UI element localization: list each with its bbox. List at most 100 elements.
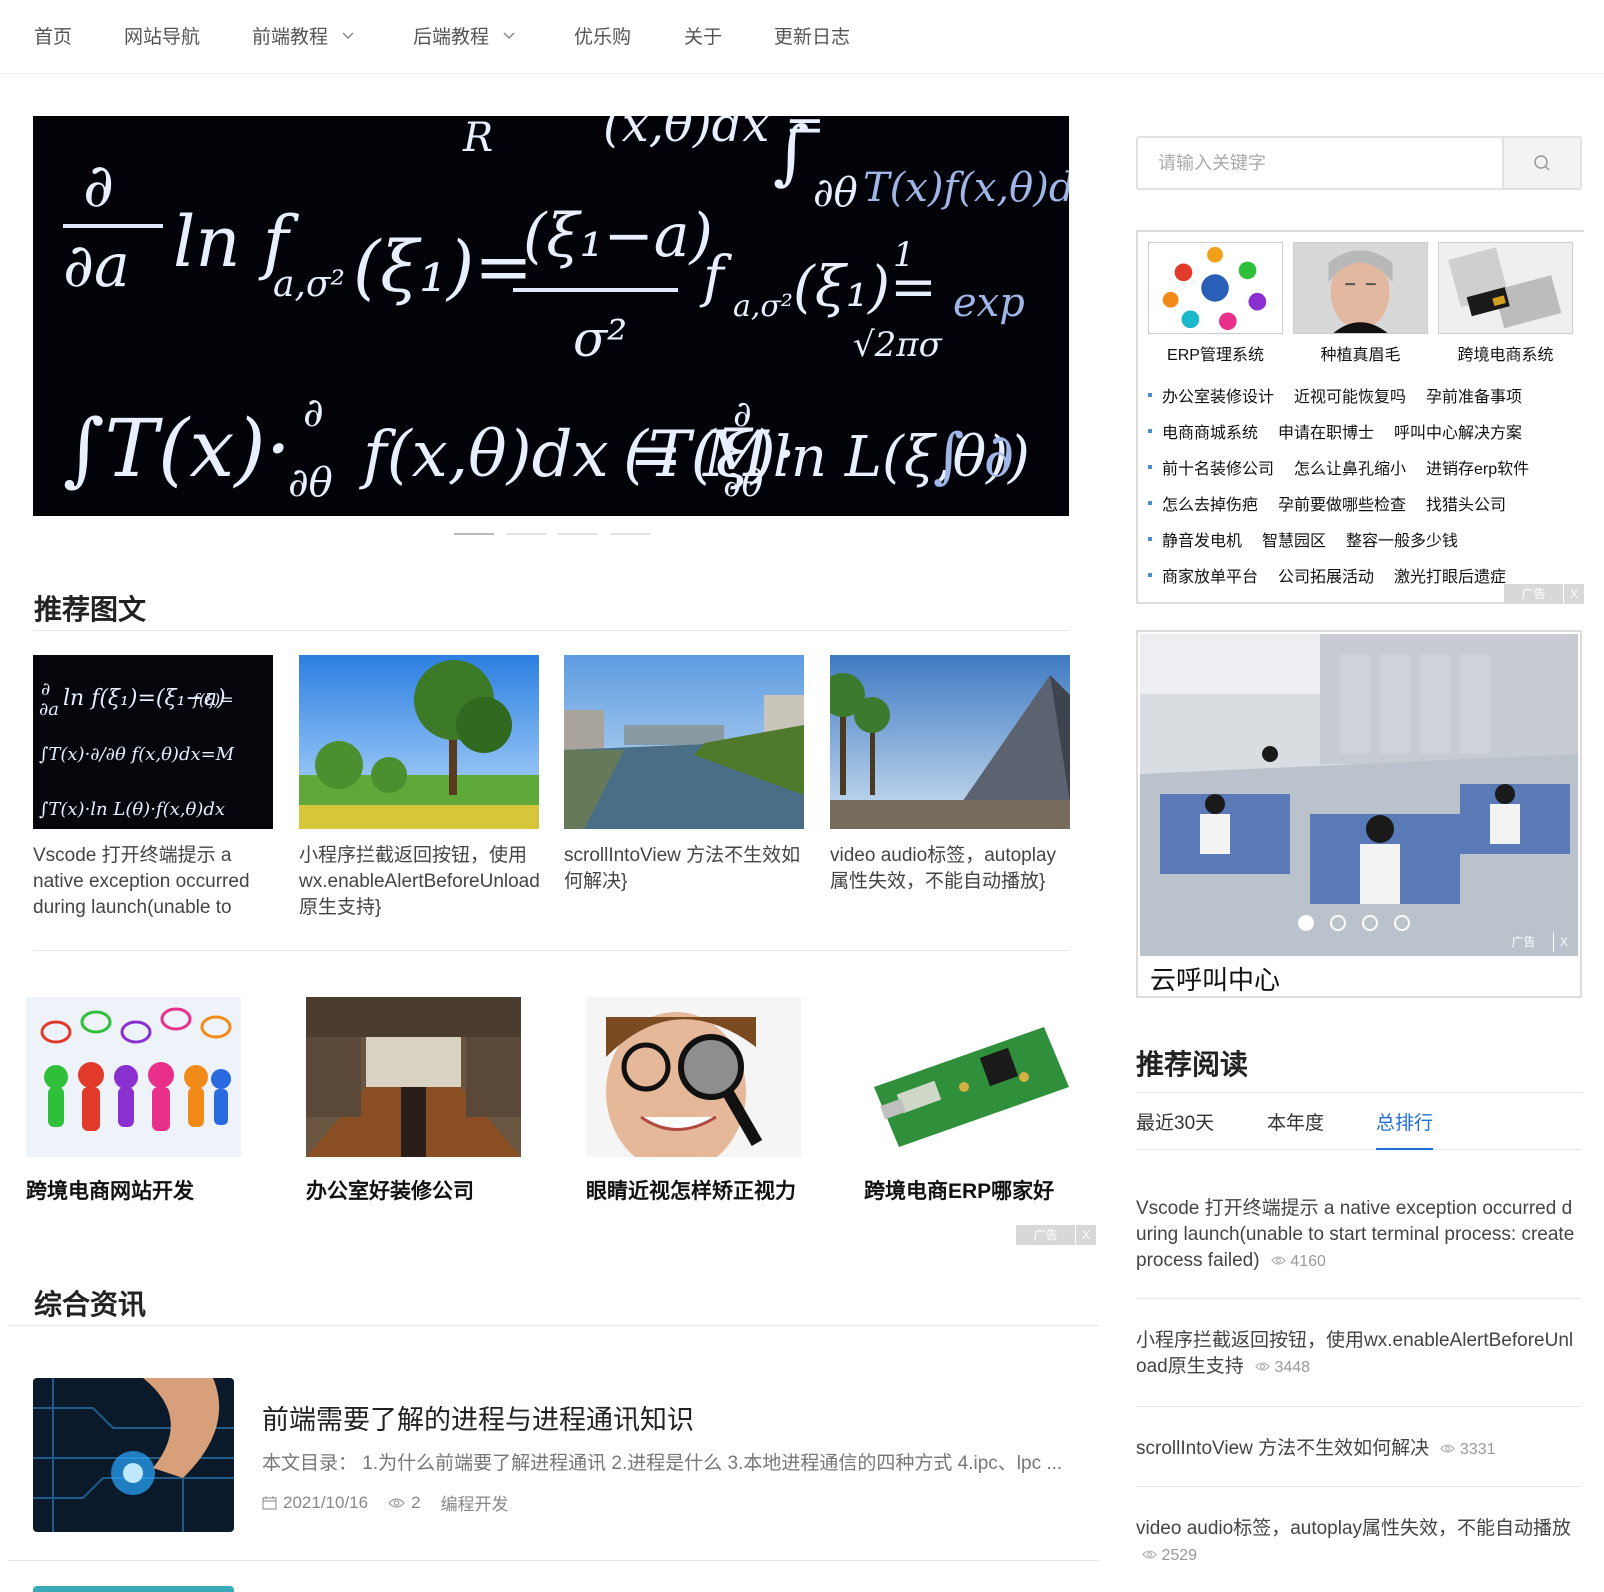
reading-item-title[interactable]: scrollIntoView 方法不生效如何解决 <box>1136 1438 1429 1459</box>
tab-this-year[interactable]: 本年度 <box>1267 1108 1324 1150</box>
ad-link-row: 静音发电机 智慧园区 整容一般多少钱 <box>1148 521 1549 557</box>
nav-label: 更新日志 <box>774 26 851 48</box>
reading-item[interactable]: 小程序拦截返回按钮，使用wx.enableAlertBeforeUnload原生… <box>1136 1328 1582 1381</box>
ad-image-item[interactable]: 种植真眉毛 <box>1293 242 1428 365</box>
carousel-dot[interactable] <box>610 533 650 535</box>
card-thumbnail <box>564 655 804 829</box>
ad-link[interactable]: 怎么让鼻孔缩小 <box>1294 455 1406 479</box>
banner-dot[interactable] <box>1362 915 1378 931</box>
ad-link[interactable]: 智慧园区 <box>1262 527 1326 551</box>
tab-all-time[interactable]: 总排行 <box>1376 1108 1434 1150</box>
reading-item[interactable]: scrollIntoView 方法不生效如何解决 3331 <box>1136 1436 1582 1463</box>
recommended-card[interactable]: 小程序拦截返回按钮，使用wx.enableAlertBeforeUnload原生… <box>299 655 539 921</box>
search-button[interactable] <box>1502 138 1580 188</box>
news-category[interactable]: 编程开发 <box>441 1490 509 1515</box>
nav-item-youlegou[interactable]: 优乐购 <box>574 20 631 50</box>
news-thumbnail[interactable] <box>33 1586 234 1592</box>
ad-link[interactable]: 整容一般多少钱 <box>1346 527 1458 551</box>
ad-link[interactable]: 公司拓展活动 <box>1278 563 1374 587</box>
reading-item[interactable]: Vscode 打开终端提示 a native exception occurre… <box>1136 1196 1582 1275</box>
bullet-icon <box>1148 429 1152 433</box>
card-title[interactable]: scrollIntoView 方法不生效如何解决} <box>564 843 804 921</box>
reading-item-title[interactable]: Vscode 打开终端提示 a native exception occurre… <box>1136 1198 1574 1271</box>
tab-recent-30-days[interactable]: 最近30天 <box>1136 1108 1214 1150</box>
news-title[interactable]: 前端需要了解的进程与进程通讯知识 <box>262 1398 694 1437</box>
ad-link[interactable]: 前十名装修公司 <box>1162 455 1274 479</box>
ad-link-row: 前十名装修公司 怎么让鼻孔缩小 进销存erp软件 <box>1148 449 1549 485</box>
recommended-card[interactable]: ∂ ∂a ln f(ξ₁)=(ξ₁−a) f(ξ)= ∫T(x)·∂/∂θ f(x… <box>33 655 273 921</box>
banner-dot[interactable] <box>1330 915 1346 931</box>
bullet-icon <box>1148 501 1152 505</box>
carousel-dot[interactable] <box>454 533 494 535</box>
sidebar-ad-box: ERP管理系统 种植真眉毛 跨境电商系统 办公室装修设计 近视可能恢复吗 孕前准… <box>1136 230 1584 604</box>
sidebar-ad-banner[interactable]: 广告 X 云呼叫中心 <box>1136 630 1582 998</box>
svg-text:∂: ∂ <box>83 151 114 221</box>
ad-badge: 广告 X <box>1504 584 1584 604</box>
ad-title[interactable]: 跨境电商ERP哪家好 <box>864 1175 1079 1205</box>
ad-link[interactable]: 怎么去掉伤疤 <box>1162 491 1258 515</box>
ad-thumbnail <box>864 997 1079 1157</box>
reading-item-views: 4160 <box>1271 1253 1326 1270</box>
card-title[interactable]: 小程序拦截返回按钮，使用wx.enableAlertBeforeUnload原生… <box>299 843 539 921</box>
nav-item-frontend[interactable]: 前端教程 <box>252 20 358 50</box>
close-icon[interactable]: X <box>1554 932 1574 952</box>
ad-link[interactable]: 申请在职博士 <box>1278 419 1374 443</box>
hero-carousel-image[interactable]: R (x,θ)dx = ∫ ∂θ T(x)f(x,θ)dx ∂ ∂a ln f … <box>33 116 1069 516</box>
news-thumbnail[interactable] <box>33 1378 234 1532</box>
reading-item-title[interactable]: 小程序拦截返回按钮，使用wx.enableAlertBeforeUnload原生… <box>1136 1330 1573 1377</box>
nav-item-backend[interactable]: 后端教程 <box>413 20 519 50</box>
nav-item-changelog[interactable]: 更新日志 <box>774 20 850 50</box>
close-icon[interactable]: X <box>1564 584 1584 604</box>
ad-link[interactable]: 静音发电机 <box>1162 527 1242 551</box>
ad-image-item[interactable]: ERP管理系统 <box>1148 242 1283 365</box>
svg-text:∫T(x)·∂/∂θ f(x,θ)dx=M: ∫T(x)·∂/∂θ f(x,θ)dx=M <box>39 744 235 765</box>
nav-item-site-nav[interactable]: 网站导航 <box>124 20 200 50</box>
carousel-dot[interactable] <box>506 533 546 535</box>
ad-link-row: 电商商城系统 申请在职博士 呼叫中心解决方案 <box>1148 413 1549 449</box>
reading-item-title[interactable]: video audio标签，autoplay属性失效，不能自动播放 <box>1136 1518 1571 1539</box>
banner-indicators <box>1298 915 1410 931</box>
divider <box>1136 1486 1582 1487</box>
recommended-card[interactable]: scrollIntoView 方法不生效如何解决} <box>564 655 804 921</box>
svg-text:∂θ: ∂θ <box>813 170 858 216</box>
ad-link-row: 怎么去掉伤疤 孕前要做哪些检查 找猎头公司 <box>1148 485 1549 521</box>
banner-dot[interactable] <box>1394 915 1410 931</box>
close-icon[interactable]: X <box>1076 1225 1096 1245</box>
divider <box>1136 1406 1582 1407</box>
nav-item-home[interactable]: 首页 <box>34 20 72 50</box>
ad-card[interactable]: 办公室好装修公司 <box>306 997 521 1205</box>
ad-title[interactable]: 跨境电商网站开发 <box>26 1175 241 1205</box>
ad-link[interactable]: 办公室装修设计 <box>1162 383 1274 407</box>
reading-item[interactable]: video audio标签，autoplay属性失效，不能自动播放 2529 <box>1136 1516 1582 1569</box>
ad-link[interactable]: 呼叫中心解决方案 <box>1394 419 1522 443</box>
banner-caption[interactable]: 云呼叫中心 <box>1150 960 1280 997</box>
ad-link[interactable]: 近视可能恢复吗 <box>1294 383 1406 407</box>
recommended-card[interactable]: video audio标签，autoplay属性失效，不能自动播放} <box>830 655 1070 921</box>
ad-image-item[interactable]: 跨境电商系统 <box>1438 242 1573 365</box>
ad-link[interactable]: 激光打眼后遗症 <box>1394 563 1506 587</box>
ad-link[interactable]: 找猎头公司 <box>1426 491 1506 515</box>
reading-item-views: 2529 <box>1142 1547 1197 1564</box>
search-input[interactable] <box>1138 138 1502 188</box>
nav-item-about[interactable]: 关于 <box>684 20 722 50</box>
ad-card[interactable]: 跨境电商网站开发 <box>26 997 241 1205</box>
ad-thumbnail <box>306 997 521 1157</box>
ad-card[interactable]: 眼睛近视怎样矫正视力 <box>586 997 801 1205</box>
carousel-dot[interactable] <box>558 533 598 535</box>
ad-link[interactable]: 孕前要做哪些检查 <box>1278 491 1406 515</box>
card-title[interactable]: video audio标签，autoplay属性失效，不能自动播放} <box>830 843 1070 921</box>
section-title-recommended: 推荐图文 <box>34 594 147 625</box>
ad-title[interactable]: 眼睛近视怎样矫正视力 <box>586 1175 801 1205</box>
eye-icon <box>1440 1444 1456 1453</box>
ad-link[interactable]: 商家放单平台 <box>1162 563 1258 587</box>
ad-link-row: 办公室装修设计 近视可能恢复吗 孕前准备事项 <box>1148 377 1549 413</box>
divider <box>8 1325 1099 1326</box>
ad-title[interactable]: 办公室好装修公司 <box>306 1175 521 1205</box>
ad-link[interactable]: 孕前准备事项 <box>1426 383 1522 407</box>
card-title[interactable]: Vscode 打开终端提示 a native exception occurre… <box>33 843 273 921</box>
banner-dot[interactable] <box>1298 915 1314 931</box>
ad-card[interactable]: 跨境电商ERP哪家好 <box>864 997 1079 1205</box>
svg-text:σ²: σ² <box>573 310 627 368</box>
ad-link[interactable]: 电商商城系统 <box>1162 419 1258 443</box>
ad-link[interactable]: 进销存erp软件 <box>1426 455 1529 479</box>
